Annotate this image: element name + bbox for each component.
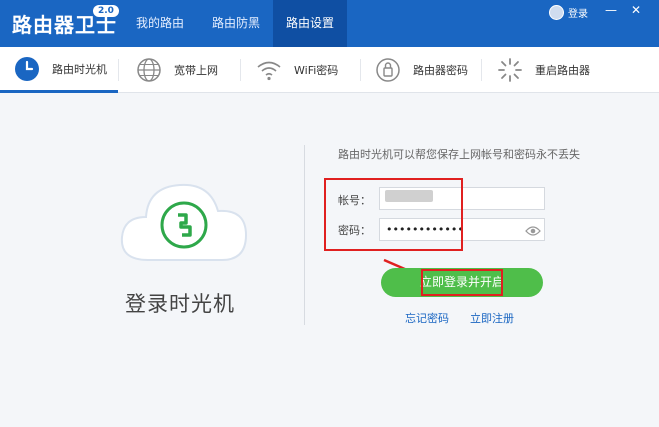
- settings-subnav: 路由时光机 宽带上网 WiFi密码 路由器密码 重启路由器: [0, 47, 659, 93]
- subtab-router-password[interactable]: 路由器密码: [375, 47, 485, 93]
- subtab-label: 路由时光机: [52, 62, 107, 76]
- subtab-label: 重启路由器: [535, 64, 590, 77]
- subtab-wifi-password[interactable]: WiFi密码: [256, 47, 366, 93]
- top-bar: 路由器卫士 2.0 我的路由 路由防黑 路由设置 登录 — ✕: [0, 0, 659, 47]
- tab-my-router[interactable]: 我的路由: [121, 0, 199, 47]
- minimize-icon[interactable]: —: [605, 3, 617, 17]
- login-label: 登录: [568, 9, 588, 20]
- forgot-password-link[interactable]: 忘记密码: [405, 310, 449, 326]
- cloud-icon: [120, 183, 248, 261]
- divider: [481, 59, 482, 81]
- divider: [240, 59, 241, 81]
- login-button[interactable]: 登录: [549, 5, 588, 20]
- subtab-label: 宽带上网: [174, 64, 218, 77]
- clock-icon: [14, 56, 40, 82]
- subtab-broadband[interactable]: 宽带上网: [136, 47, 236, 93]
- version-badge: 2.0: [93, 5, 119, 17]
- globe-icon: [136, 57, 162, 83]
- lock-icon: [375, 57, 401, 83]
- subtab-restart-router[interactable]: 重启路由器: [497, 47, 607, 93]
- avatar-icon: [549, 5, 564, 20]
- time-machine-title: 登录时光机: [125, 292, 235, 316]
- subtab-label: WiFi密码: [294, 64, 339, 77]
- eye-icon[interactable]: [525, 222, 541, 236]
- divider: [118, 59, 119, 81]
- wifi-icon: [256, 57, 282, 83]
- close-icon[interactable]: ✕: [631, 3, 641, 17]
- form-hint: 路由时光机可以帮您保存上网帐号和密码永不丢失: [338, 148, 580, 161]
- annotation-box: [421, 269, 503, 296]
- subtab-label: 路由器密码: [413, 64, 468, 77]
- annotation-box: [324, 178, 463, 251]
- cloud-illustration: [118, 165, 250, 269]
- register-link[interactable]: 立即注册: [470, 310, 514, 326]
- divider: [360, 59, 361, 81]
- divider: [304, 145, 305, 325]
- restart-icon: [497, 57, 523, 83]
- tab-router-security[interactable]: 路由防黑: [199, 0, 273, 47]
- tab-router-settings[interactable]: 路由设置: [273, 0, 347, 47]
- subtab-time-machine[interactable]: 路由时光机: [0, 47, 118, 93]
